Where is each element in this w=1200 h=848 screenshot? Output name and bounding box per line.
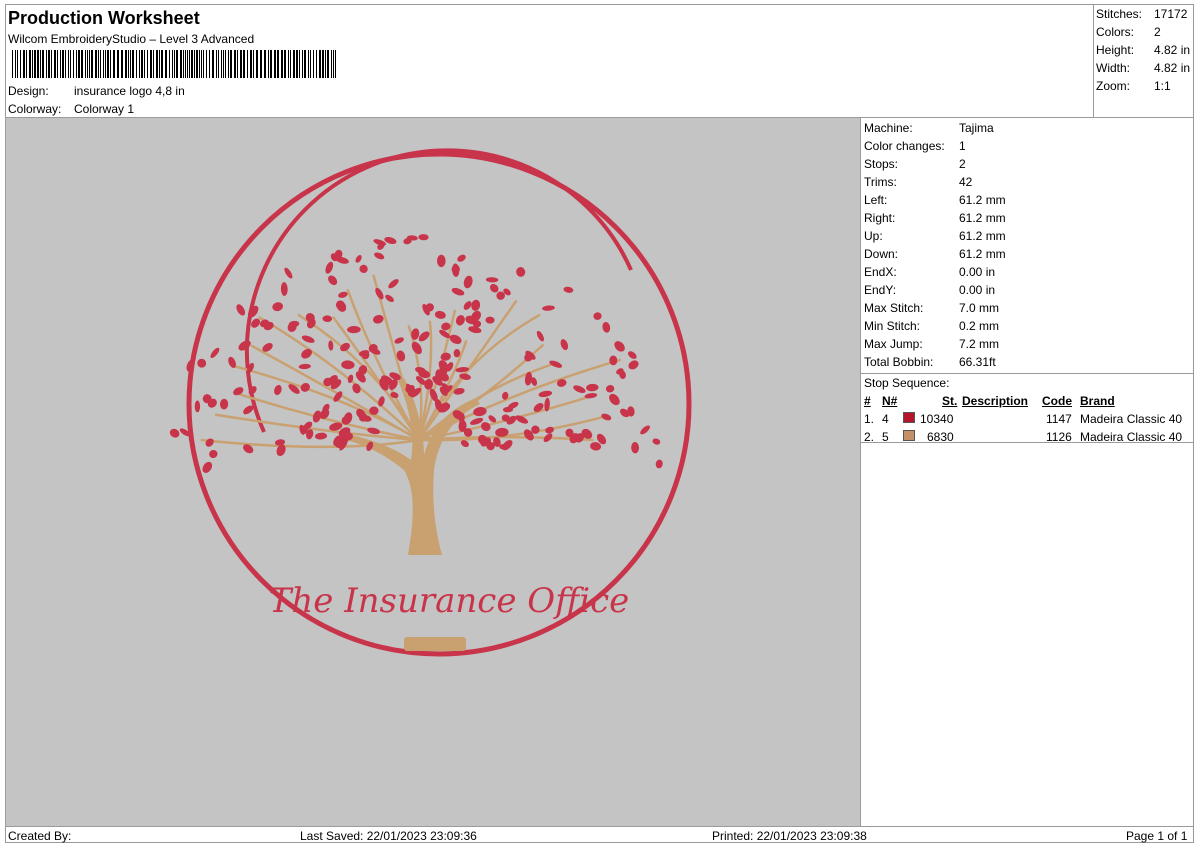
embroidery-design: The Insurance Office [169,148,692,657]
software-name: Wilcom EmbroideryStudio – Level 3 Advanc… [8,32,255,46]
info-label: Down: [864,247,899,261]
tree-base [404,637,466,651]
divider [861,442,1194,443]
tree-trunk [346,378,480,555]
info-label: Total Bobbin: [864,355,934,369]
info-label: Max Stitch: [864,301,924,315]
row-code: 1147 [1046,412,1072,426]
stat-label: Height: [1096,43,1135,57]
design-row: Design: insurance logo 4,8 in [8,84,185,98]
design-text: The Insurance Office [269,581,630,621]
design-value: insurance logo 4,8 in [74,84,185,98]
stat-value: 4.82 in [1154,43,1191,57]
stat-value: 4.82 in [1154,61,1191,75]
info-value: 7.0 mm [959,301,1000,315]
info-value: 1 [959,139,966,153]
info-value: Tajima [959,121,994,135]
info-value: 66.31ft [959,355,996,369]
info-label: Machine: [864,121,913,135]
info-value: 61.2 mm [959,211,1006,225]
stat-label: Colors: [1096,25,1135,39]
colorway-label: Colorway: [8,102,62,116]
stat-value: 2 [1154,25,1161,39]
last-saved: Last Saved: 22/01/2023 23:09:36 [300,829,477,843]
barcode [12,50,336,78]
info-value: 0.2 mm [959,319,1000,333]
color-swatch [903,430,915,441]
col-header-n: N# [882,394,898,408]
info-label: Up: [864,229,883,243]
info-label: Color changes: [864,139,945,153]
stats-panel: Stitches: 17172 Colors: 2 Height: 4.82 in W… [1094,5,1194,118]
created-by: Created By: [8,829,72,843]
info-value: 7.2 mm [959,337,1000,351]
row-stitches: 10340 [920,412,954,426]
divider [861,373,1194,374]
stat-label: Width: [1096,61,1131,75]
footer: Created By: Last Saved: 22/01/2023 23:09… [6,826,1194,843]
stat-value: 1:1 [1154,79,1171,93]
info-value: 0.00 in [959,265,996,279]
page-number: Page 1 of 1 [1126,829,1188,843]
color-swatch [903,412,915,423]
stop-sequence-title: Stop Sequence: [864,376,950,390]
info-value: 61.2 mm [959,193,1006,207]
info-value: 42 [959,175,973,189]
row-num: 1. [864,412,875,426]
info-value: 61.2 mm [959,229,1006,243]
info-label: Left: [864,193,888,207]
colorway-value: Colorway 1 [74,102,135,116]
info-value: 2 [959,157,966,171]
design-label: Design: [8,84,49,98]
col-header-description: Description [962,394,1029,408]
colorway-row: Colorway: Colorway 1 [8,102,134,116]
col-header-num: # [864,394,871,408]
stat-value: 17172 [1154,7,1188,21]
design-preview: The Insurance Office [6,118,861,826]
info-label: Trims: [864,175,897,189]
col-header-code: Code [1042,394,1072,408]
info-label: Max Jump: [864,337,923,351]
stat-label: Stitches: [1096,7,1143,21]
col-header-st: St. [942,394,958,408]
table-row: 1. 4 10340 1147 Madeira Classic 40 [861,412,1194,430]
machine-info-panel: Machine: Tajima Color changes: 1 Stops: 2 Trim… [861,118,1194,826]
info-value: 61.2 mm [959,247,1006,261]
info-label: Stops: [864,157,899,171]
info-value: 0.00 in [959,283,996,297]
row-brand: Madeira Classic 40 [1080,412,1183,426]
stat-label: Zoom: [1096,79,1131,93]
col-header-brand: Brand [1080,394,1115,408]
info-label: Min Stitch: [864,319,921,333]
info-label: EndX: [864,265,897,279]
page-title: Production Worksheet [8,8,200,28]
worksheet: Production Worksheet Wilcom EmbroiderySt… [5,4,1194,843]
row-n: 4 [882,412,889,426]
info-label: Right: [864,211,896,225]
worksheet-header: Production Worksheet Wilcom EmbroiderySt… [6,5,1094,118]
printed-date: Printed: 22/01/2023 23:09:38 [712,829,867,843]
table-row: 2. 5 6830 1126 Madeira Classic 40 [861,430,1194,448]
info-label: EndY: [864,283,897,297]
